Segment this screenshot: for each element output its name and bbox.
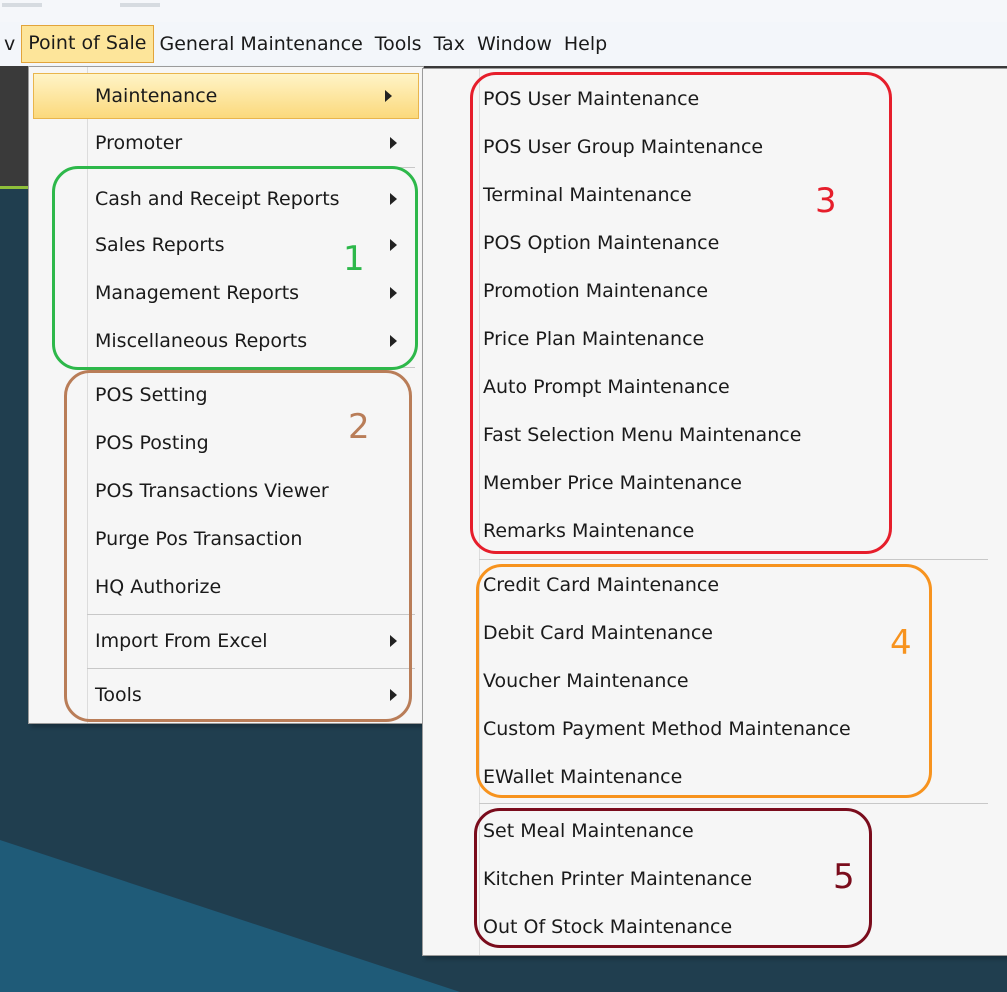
annotation-number-3: 3 [815, 181, 837, 221]
annotation-number-4: 4 [890, 623, 912, 663]
menu-separator [479, 559, 988, 560]
menu-general-maintenance[interactable]: General Maintenance [154, 26, 369, 62]
menu-tax[interactable]: Tax [428, 26, 471, 62]
menu-help[interactable]: Help [558, 26, 613, 62]
menu-separator [479, 803, 988, 804]
submenu-arrow-icon [390, 137, 397, 149]
menu-tools[interactable]: Tools [369, 26, 428, 62]
menu-point-of-sale[interactable]: Point of Sale [21, 25, 154, 63]
menu-view-truncated[interactable]: v [0, 26, 21, 62]
title-strip [0, 0, 1007, 22]
annotation-box-4 [476, 564, 932, 798]
menu-window[interactable]: Window [471, 26, 558, 62]
annotation-box-3 [470, 72, 892, 554]
title-strip-mark [120, 3, 160, 7]
annotation-box-5 [474, 808, 872, 948]
menu-bar: v Point of Sale General Maintenance Tool… [0, 22, 1007, 66]
menu-item-promoter[interactable]: Promoter [29, 121, 423, 165]
annotation-number-1: 1 [343, 239, 365, 279]
annotation-number-5: 5 [833, 857, 855, 897]
menu-item-label: Promoter [95, 132, 183, 154]
annotation-number-2: 2 [348, 407, 370, 447]
submenu-arrow-icon [385, 90, 392, 102]
menu-item-maintenance[interactable]: Maintenance [33, 73, 419, 119]
menu-item-label: Maintenance [95, 85, 218, 107]
title-strip-mark [2, 3, 42, 7]
